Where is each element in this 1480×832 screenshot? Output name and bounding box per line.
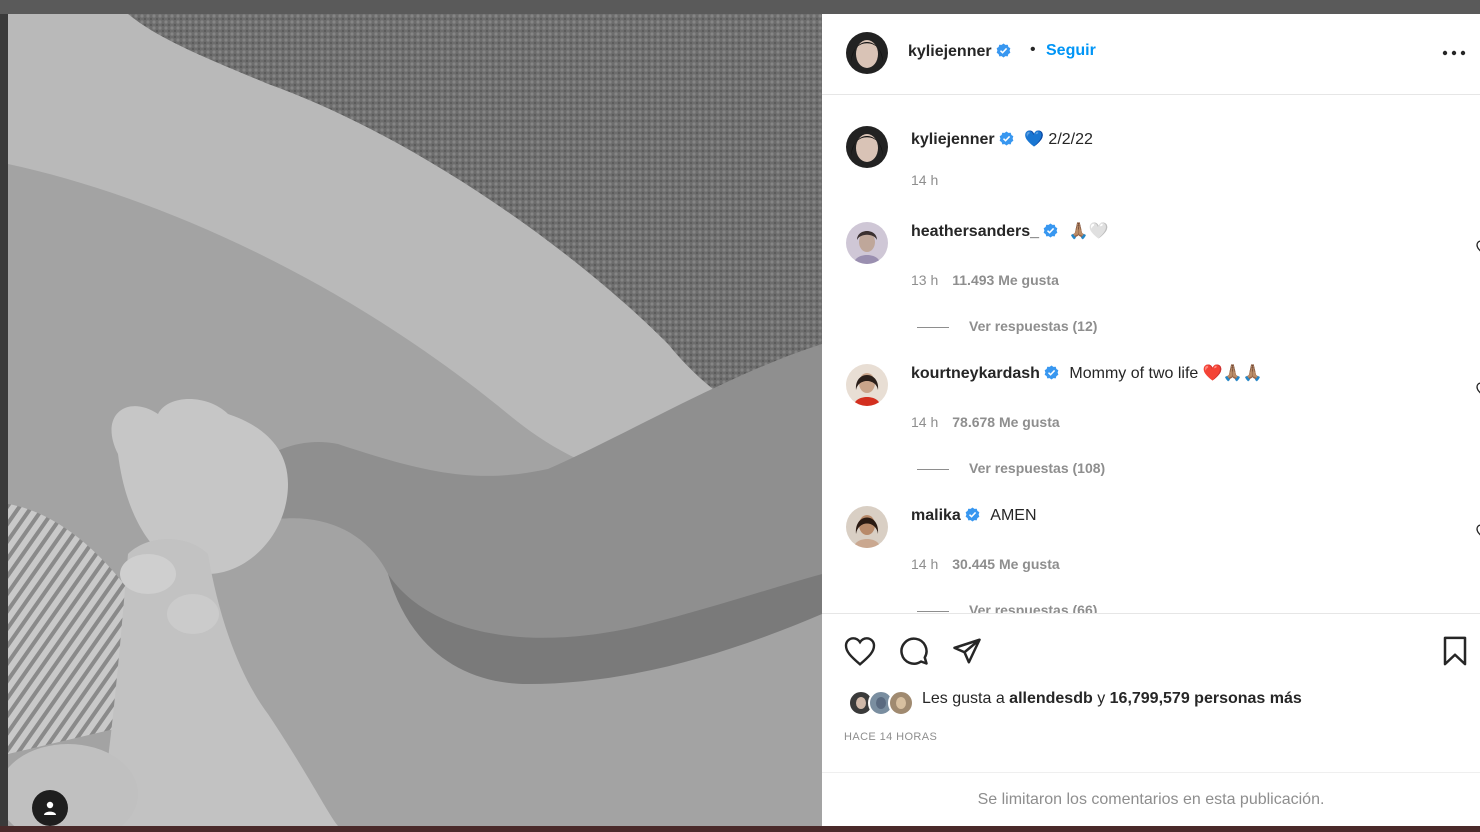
comments-list[interactable]: kyliejenner 💙 2/2/22 14 h heathersanders… [822, 95, 1480, 613]
comment-icon [900, 637, 928, 665]
replies-line [917, 468, 949, 470]
comment-username[interactable]: malika [911, 507, 961, 524]
comment-meta: 14 h 78.678 Me gusta [911, 414, 1060, 430]
caption-text-line: kyliejenner 💙 2/2/22 [911, 130, 1093, 150]
comment-text: Mommy of two life ❤️🙏🏽🙏🏽 [1069, 365, 1263, 382]
comment-meta: 14 h 30.445 Me gusta [911, 556, 1060, 572]
verified-badge-icon [1043, 223, 1058, 238]
browser-backdrop-bottom [0, 826, 1480, 832]
view-replies-label: Ver respuestas (66) [969, 602, 1098, 613]
heart-icon [844, 637, 876, 666]
commenter-avatar[interactable] [846, 506, 888, 548]
comment-age[interactable]: 13 h [911, 272, 938, 288]
share-button[interactable] [952, 636, 982, 671]
photo-image [8, 14, 822, 826]
browser-backdrop [0, 0, 1480, 14]
caption-age: 14 h [911, 172, 939, 188]
commenter-avatar[interactable] [846, 364, 888, 406]
likes-user[interactable]: allendesdb [1009, 690, 1093, 707]
view-replies-label: Ver respuestas (12) [969, 318, 1098, 334]
verified-badge-icon [999, 131, 1013, 146]
more-options-button[interactable] [1442, 44, 1466, 62]
follow-button[interactable]: Seguir [1046, 42, 1096, 60]
comment-text-line: malika AMEN [911, 506, 1037, 526]
comment-like-button[interactable] [1476, 382, 1480, 402]
likes-summary: Les gusta a allendesdb y 16,799,579 pers… [922, 690, 1302, 708]
view-replies-button[interactable]: Ver respuestas (12) [917, 318, 1097, 334]
likes-prefix: Les gusta a [922, 690, 1010, 707]
comment-text-line: heathersanders_ 🙏🏽🤍 [911, 222, 1108, 242]
post-timestamp[interactable]: HACE 14 HORAS [844, 731, 937, 743]
more-options-icon [1442, 50, 1466, 56]
comment-meta: 13 h 11.493 Me gusta [911, 272, 1059, 288]
save-button[interactable] [1442, 636, 1468, 671]
likes-count[interactable]: 16,799,579 personas más [1110, 690, 1302, 707]
comment-likes[interactable]: 78.678 Me gusta [952, 414, 1059, 430]
heart-icon [1476, 382, 1480, 394]
caption-text: 💙 2/2/22 [1024, 131, 1093, 148]
comment-likes[interactable]: 30.445 Me gusta [952, 556, 1059, 572]
heart-icon [1476, 524, 1480, 536]
caption-avatar[interactable] [846, 126, 888, 168]
heart-icon [1476, 240, 1480, 252]
verified-badge-icon [1044, 365, 1059, 380]
like-button[interactable] [844, 636, 876, 671]
comments-limited-text: Se limitaron los comentarios en esta pub… [977, 791, 1325, 808]
comment-likes[interactable]: 11.493 Me gusta [952, 272, 1059, 288]
commenter-avatar[interactable] [846, 222, 888, 264]
verified-badge-icon [965, 507, 980, 522]
header-dot-separator: • [1030, 41, 1036, 58]
verified-badge-icon [996, 43, 1010, 58]
comment-username[interactable]: heathersanders_ [911, 223, 1039, 240]
comment-like-button[interactable] [1476, 240, 1480, 260]
liker-avatar[interactable] [888, 690, 914, 716]
user-tag-icon [44, 801, 56, 815]
comment-text: 🙏🏽🤍 [1068, 223, 1109, 240]
bookmark-icon [1443, 636, 1467, 666]
comment-text-line: kourtneykardash Mommy of two life ❤️🙏🏽🙏🏽 [911, 364, 1263, 384]
comment-text: AMEN [990, 507, 1037, 524]
replies-line [917, 326, 949, 328]
post-photo [8, 14, 822, 826]
view-replies-button[interactable]: Ver respuestas (66) [917, 602, 1097, 613]
view-replies-label: Ver respuestas (108) [969, 460, 1106, 476]
comment-like-button[interactable] [1476, 524, 1480, 544]
user-tag-button[interactable] [32, 790, 68, 826]
comment-row: malika AMEN 14 h 30.445 Me gusta Ver resp… [846, 494, 1480, 613]
post-side-panel: kyliejenner • Seguir kyliejenner 💙 2/2/2… [822, 14, 1480, 826]
comments-limited-notice: Se limitaron los comentarios en esta pub… [822, 772, 1480, 828]
comment-age[interactable]: 14 h [911, 556, 938, 572]
comment-username[interactable]: kourtneykardash [911, 365, 1040, 382]
author-username-text[interactable]: kyliejenner [908, 43, 992, 60]
replies-line [917, 610, 949, 612]
view-replies-button[interactable]: Ver respuestas (108) [917, 460, 1105, 476]
author-avatar[interactable] [846, 32, 888, 74]
caption-username[interactable]: kyliejenner [911, 131, 995, 148]
comment-age[interactable]: 14 h [911, 414, 938, 430]
share-icon [953, 638, 981, 664]
comment-button[interactable] [899, 636, 929, 671]
likes-middle: y [1092, 690, 1110, 707]
post-actions: Les gusta a allendesdb y 16,799,579 pers… [822, 613, 1480, 827]
comment-row: heathersanders_ 🙏🏽🤍 13 h 11.493 Me gusta … [846, 210, 1480, 340]
author-username[interactable]: kyliejenner [908, 43, 1011, 61]
caption-row: kyliejenner 💙 2/2/22 14 h [846, 116, 1456, 196]
post-header: kyliejenner • Seguir [822, 14, 1480, 95]
comment-row: kourtneykardash Mommy of two life ❤️🙏🏽🙏🏽… [846, 352, 1480, 482]
